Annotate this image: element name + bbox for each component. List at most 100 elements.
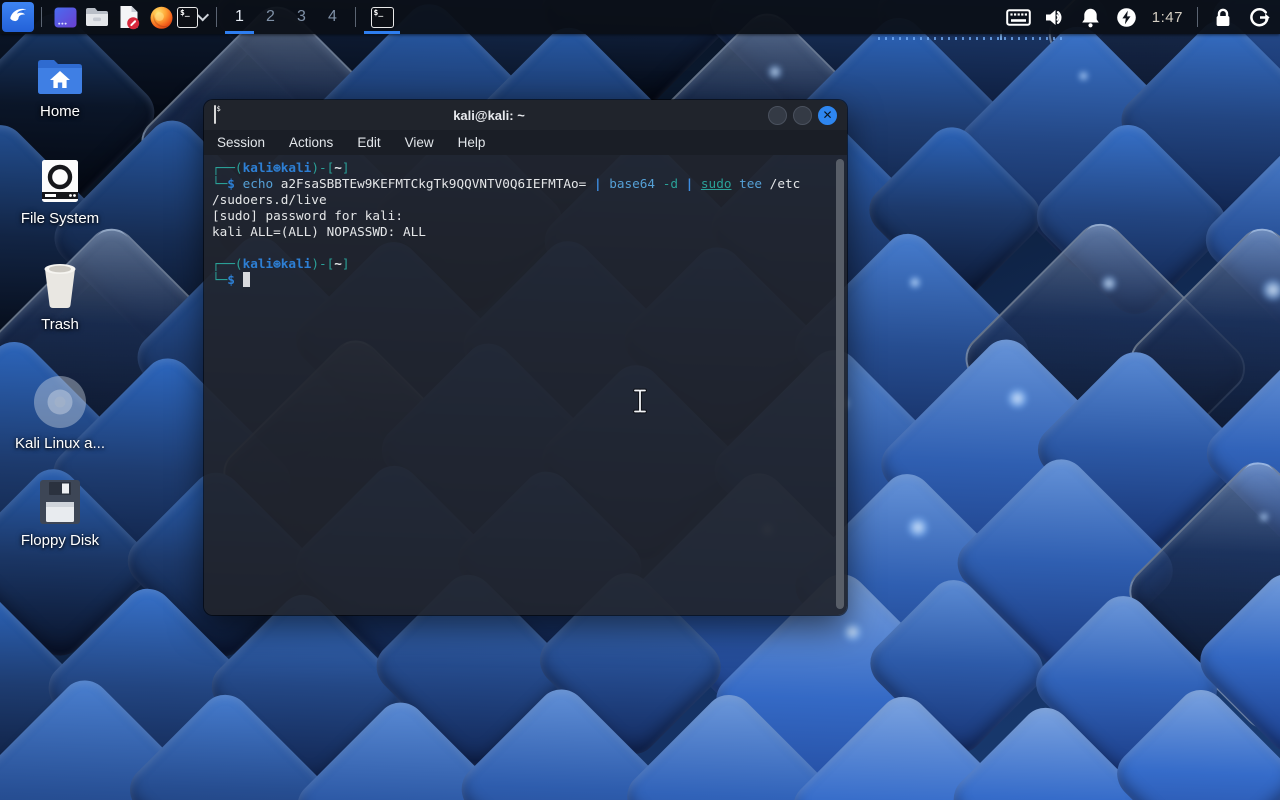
terminal-segment [731, 176, 739, 191]
terminal-segment [678, 176, 686, 191]
wallpaper-glow [908, 276, 922, 289]
lock-screen-button[interactable] [1210, 4, 1236, 30]
floppy-disk-icon [40, 480, 80, 524]
firefox-launcher[interactable] [145, 2, 177, 32]
scrollbar-thumb[interactable] [836, 159, 844, 609]
top-panel: 1234 1:47 [0, 0, 1280, 34]
workspace-button-1[interactable]: 1 [224, 0, 255, 34]
terminal-segment: /sudoers.d/live [212, 192, 327, 207]
terminal-segment [235, 272, 243, 287]
folder-icon [86, 8, 108, 26]
desktop-icon-trash[interactable]: Trash [10, 260, 110, 333]
close-button[interactable]: ✕ [818, 105, 837, 125]
terminal-segment: kali ALL=(ALL) NOPASSWD: ALL [212, 224, 426, 239]
window-app-icon [54, 7, 76, 27]
desktop-icon-label: Floppy Disk [20, 532, 100, 549]
terminal-segment: base64 [609, 176, 656, 191]
bell-icon [1082, 8, 1100, 27]
terminal-segment: [sudo] password for kali: [212, 208, 403, 223]
kali-dragon-icon [7, 4, 29, 31]
clock[interactable]: 1:47 [1152, 9, 1183, 26]
window-title: kali@kali: ~ [453, 107, 525, 123]
home-folder-icon [38, 60, 82, 94]
terminal-segment: echo [242, 176, 274, 191]
terminal-window-icon [214, 105, 216, 124]
terminal-segment: )-[ [311, 160, 335, 175]
menu-view[interactable]: View [405, 135, 434, 150]
desktop-icon-label: Home [39, 103, 80, 120]
workspace-button-3[interactable]: 3 [286, 0, 317, 34]
desktop-icon-label: Trash [41, 316, 79, 333]
terminal-segment: └─ [212, 272, 228, 287]
terminal-segment: ~ [334, 256, 342, 271]
desktop-icon-kali-docs[interactable]: Kali Linux a... [10, 375, 110, 452]
terminal-line: /sudoers.d/live [212, 192, 827, 208]
volume-tray-button[interactable] [1042, 4, 1068, 30]
speaker-icon [1045, 9, 1062, 25]
wallpaper-glow [767, 64, 782, 80]
terminal-segment: ~ [334, 160, 342, 175]
terminal-icon [177, 6, 198, 28]
terminal-segment: a2FsaSBBTEw9KEFMTCkgTk9QQVNTV0Q6IEFMTAo= [273, 176, 594, 191]
terminal-segment: )-[ [311, 256, 335, 271]
log-out-button[interactable] [1246, 4, 1272, 30]
window-app-launcher[interactable] [49, 2, 81, 32]
terminal-segment: └─ [212, 176, 228, 191]
hard-drive-icon [42, 160, 78, 202]
lock-icon [1216, 8, 1230, 26]
panel-separator [355, 7, 356, 27]
keyboard-layout-tray-button[interactable] [1006, 4, 1032, 30]
menu-edit[interactable]: Edit [357, 135, 380, 150]
maximize-button[interactable] [793, 105, 812, 125]
wallpaper-glow [842, 622, 863, 642]
terminal-titlebar[interactable]: kali@kali: ~ ✕ [204, 100, 847, 130]
desktop-icon-label: Kali Linux a... [14, 435, 106, 452]
desktop-icon-home[interactable]: Home [10, 55, 110, 120]
terminal-line: ┌──(kali⊛kali)-[~] [212, 160, 827, 176]
file-manager-launcher[interactable] [81, 2, 113, 32]
cd-disc-icon [34, 376, 86, 428]
terminal-segment [235, 176, 243, 191]
terminal-icon [370, 6, 394, 28]
kali-applications-menu-button[interactable] [2, 2, 34, 32]
minimize-button[interactable] [768, 105, 787, 125]
menu-session[interactable]: Session [217, 135, 265, 150]
terminal-segment: /etc [762, 176, 801, 191]
desktop-icon-floppy-disk[interactable]: Floppy Disk [10, 478, 110, 549]
terminal-segment: $ [227, 272, 235, 287]
panel-separator [1197, 7, 1198, 27]
wallpaper-glow [907, 516, 929, 539]
terminal-text: ┌──(kali⊛kali)-[~] └─$ echo a2FsaSBBTEw9K… [212, 160, 827, 288]
terminal-window: kali@kali: ~ ✕ Session Actions Edit View… [204, 100, 847, 615]
terminal-line: └─$ echo a2FsaSBBTEw9KEFMTCkgTk9QQVNTV0Q… [212, 176, 827, 192]
terminal-segment [693, 176, 701, 191]
text-editor-launcher[interactable] [113, 2, 145, 32]
power-manager-tray-button[interactable] [1114, 4, 1140, 30]
terminal-segment: kali⊛kali [242, 160, 312, 175]
wallpaper-ticks [878, 37, 1066, 40]
terminal-launcher[interactable] [177, 2, 209, 32]
terminal-segment: ┌──( [212, 160, 243, 175]
terminal-segment: kali⊛kali [242, 256, 312, 271]
panel-separator [216, 7, 217, 27]
log-out-icon [1249, 7, 1270, 26]
desktop-icon-file-system[interactable]: File System [10, 158, 110, 227]
notifications-tray-button[interactable] [1078, 4, 1104, 30]
power-lightning-icon [1117, 7, 1137, 27]
terminal-line: kali ALL=(ALL) NOPASSWD: ALL [212, 224, 827, 240]
workspace-button-4[interactable]: 4 [317, 0, 348, 34]
chevron-down-icon [196, 8, 209, 22]
terminal-segment: | [593, 176, 602, 191]
terminal-line: ┌──(kali⊛kali)-[~] [212, 256, 827, 272]
terminal-segment: $ [227, 176, 235, 191]
menu-actions[interactable]: Actions [289, 135, 333, 150]
terminal-segment: -d [662, 176, 678, 191]
taskbar-terminal-button[interactable] [363, 0, 401, 34]
desktop-icon-label: File System [20, 210, 100, 227]
terminal-segment [655, 176, 663, 191]
menu-help[interactable]: Help [458, 135, 486, 150]
workspace-button-2[interactable]: 2 [255, 0, 286, 34]
terminal-content[interactable]: ┌──(kali⊛kali)-[~] └─$ echo a2FsaSBBTEw9K… [204, 155, 847, 615]
text-editor-icon [120, 6, 140, 30]
